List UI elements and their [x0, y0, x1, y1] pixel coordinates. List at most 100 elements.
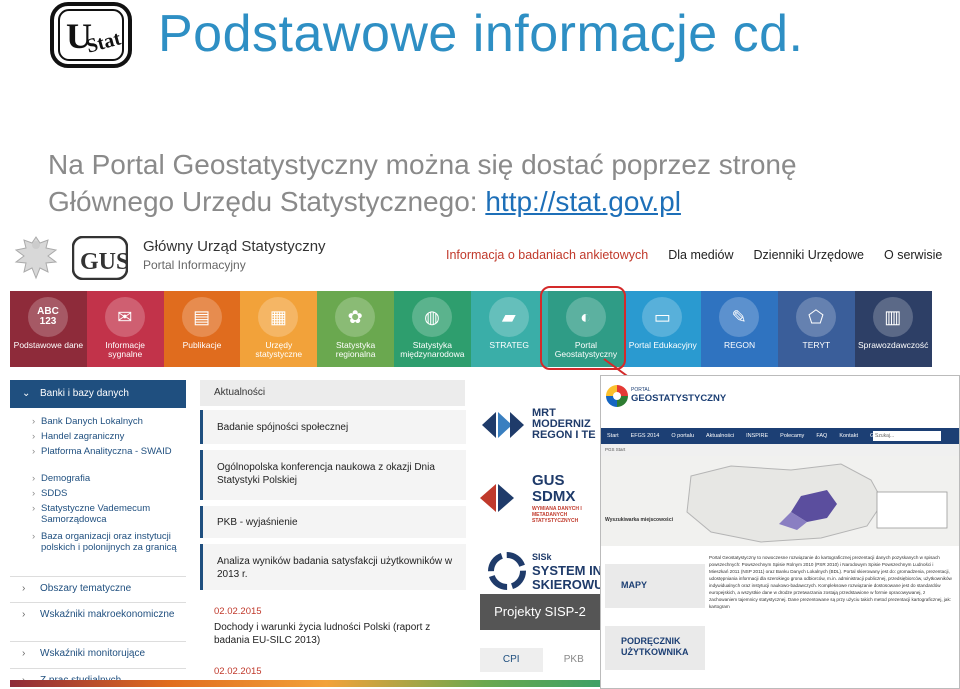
tile-label: Publikacje: [182, 340, 222, 350]
geo-description: Portal Geostatystyczny to nowoczesne roz…: [709, 555, 952, 609]
news-item[interactable]: Badanie spójności społecznej: [200, 410, 466, 444]
chart-icon: ▥: [884, 306, 902, 327]
gus-link[interactable]: http://stat.gov.pl: [485, 186, 681, 217]
sidebar-section-monitorujace[interactable]: › Wskaźniki monitorujące: [10, 641, 186, 668]
projekty-sisp-button[interactable]: Projekty SISP-2: [480, 594, 600, 630]
tile-label: Sprawozdawczość: [857, 340, 929, 350]
chevron-right-icon: ›: [22, 583, 26, 594]
sidebar-section-wskazniki[interactable]: › Wskaźniki makroekonomiczne: [10, 602, 186, 641]
tile-label: Statystyka międzynarodowa: [400, 340, 465, 359]
banner-column: MRT MODERNIZ REGON I TE GUS SDMX WYMIANA…: [480, 380, 610, 687]
tile-bar: ABC 123 Podstawowe dane ✉ Informacje sygnal…: [10, 291, 932, 367]
sidebar-item-sdds[interactable]: SDDS: [32, 488, 183, 499]
strateg-icon: ▰: [501, 306, 516, 327]
geo-nav-inspire[interactable]: INSPIRE: [746, 428, 768, 444]
news-date: 02.02.2015: [214, 666, 262, 677]
sdmx-banner-gus[interactable]: GUS: [532, 472, 565, 489]
site-name: Główny Urząd Statystyczny: [143, 238, 326, 255]
intro-text: Na Portal Geostatystyczny można się dost…: [48, 149, 797, 217]
sisk-banner-3[interactable]: SKIEROWU: [532, 577, 604, 592]
sidebar-section-obszary[interactable]: › Obszary tematyczne: [10, 576, 186, 603]
tile-teryt[interactable]: ⬠ TERYT: [777, 291, 855, 367]
geo-nav-faq[interactable]: FAQ: [816, 428, 827, 444]
sidebar-item-baza[interactable]: Baza organizacji oraz instytucji polskic…: [32, 531, 183, 553]
tab-pkb[interactable]: PKB: [543, 648, 606, 672]
sisk-banner-1[interactable]: SISk: [532, 552, 552, 562]
sidebar-item-swaid[interactable]: Platforma Analityczna - SWAID: [32, 446, 183, 457]
screen-icon: ▭: [653, 306, 671, 327]
sisk-logo-icon: [488, 552, 526, 590]
news-item[interactable]: Ogólnopolska konferencja naukowa z okazj…: [200, 450, 466, 500]
geo-nav-oportalu[interactable]: O portalu: [671, 428, 694, 444]
nav-link-badania[interactable]: Informacja o badaniach ankietowych: [446, 248, 648, 262]
mrt-banner-text[interactable]: MRT MODERNIZ REGON I TE: [532, 408, 602, 441]
tile-sprawozdawczość[interactable]: ▥ Sprawozdawczość: [854, 291, 932, 367]
tile-publikacje[interactable]: ▤ Publikacje: [163, 291, 241, 367]
mrt-logo-icon: [482, 412, 524, 438]
geoportal-logo-title: GEOSTATYSTYCZNY: [631, 393, 727, 404]
geo-nav-start[interactable]: Start: [607, 428, 619, 444]
cpi-pkb-tabs: CPI PKB: [480, 648, 605, 672]
tile-label: Portal Edukacyjny: [628, 340, 697, 350]
slide-title: Podstawowe informacje cd.: [158, 5, 804, 63]
tile-label: Informacje sygnalne: [105, 340, 146, 359]
geo-map-search-label: Wyszukiwarka miejscowości: [605, 517, 673, 523]
eagle-emblem-icon: [14, 236, 58, 280]
globe-icon: ◍: [424, 306, 440, 327]
nav-link-media[interactable]: Dla mediów: [668, 248, 733, 262]
tile-strateg[interactable]: ▰ STRATEG: [470, 291, 548, 367]
tile-regon[interactable]: ✎ REGON: [701, 291, 778, 367]
chevron-right-icon: ›: [22, 648, 26, 659]
poland-map-icon: ⬠: [808, 306, 824, 327]
geo-nav-aktualnosci[interactable]: Aktualności: [706, 428, 734, 444]
sdmx-banner-sub: WYMIANA DANYCH I METADANYCH STATYSTYCZNY…: [532, 506, 582, 524]
sdmx-banner-sdmx[interactable]: SDMX: [532, 488, 575, 505]
tile-urzędy-statystyczne[interactable]: ▦ Urzędy statystyczne: [240, 291, 318, 367]
geo-breadcrumb: PGS Start: [601, 444, 959, 456]
sidebar: ⌄ Banki i bazy danych Bank Danych Lokaln…: [10, 380, 186, 687]
ustat-logo: U Stat: [50, 2, 132, 68]
top-nav: Informacja o badaniach ankietowych Dla m…: [446, 248, 942, 262]
tab-cpi[interactable]: CPI: [480, 648, 543, 672]
tile-statystyka-międzynarodowa[interactable]: ◍ Statystyka międzynarodowa: [393, 291, 471, 367]
sidebar-item-vademecum[interactable]: Statystyczne Vademecum Samorządowca: [32, 503, 183, 525]
sisk-banner-2[interactable]: SYSTEM INF: [532, 563, 610, 578]
site-subtitle: Portal Informacyjny: [143, 258, 246, 272]
tile-statystyka-regionalna[interactable]: ✿ Statystyka regionalna: [317, 291, 394, 367]
tile-label: Podstawowe dane: [13, 340, 84, 350]
chat-icon: ✉: [117, 306, 133, 327]
chevron-down-icon: ⌄: [22, 388, 31, 399]
tile-label: STRATEG: [489, 340, 529, 350]
geo-mapy-button[interactable]: MAPY: [605, 564, 705, 608]
tile-podstawowe-dane[interactable]: ABC 123 Podstawowe dane: [10, 291, 87, 367]
geoportal-screenshot: PORTAL GEOSTATYSTYCZNY Start EFGS 2014 O…: [600, 375, 960, 689]
svg-text:GUS: GUS: [80, 249, 128, 275]
news-date: 02.02.2015: [214, 606, 262, 617]
news-column: Aktualności Badanie spójności społecznej…: [200, 380, 466, 687]
geo-nav-kontakt[interactable]: Kontakt: [839, 428, 858, 444]
news-item[interactable]: PKB - wyjaśnienie: [200, 506, 466, 538]
tile-label: Urzędy statystyczne: [255, 340, 303, 359]
tile-label: REGON: [723, 340, 756, 350]
building-icon: ▦: [269, 306, 287, 327]
sidebar-item-demografia[interactable]: Demografia: [32, 473, 183, 484]
news-item[interactable]: Analiza wyników badania satysfakcji użyt…: [200, 544, 466, 590]
geo-podrecznik-button[interactable]: PODRĘCZNIK UŻYTKOWNIKA: [605, 626, 705, 670]
nav-link-dzienniki[interactable]: Dzienniki Urzędowe: [754, 248, 864, 262]
geo-map[interactable]: [601, 456, 959, 546]
tile-label: TERYT: [802, 340, 831, 350]
news-header: Aktualności: [200, 380, 465, 406]
nav-link-o-serwisie[interactable]: O serwisie: [884, 248, 942, 262]
geo-nav-efgs[interactable]: EFGS 2014: [631, 428, 660, 444]
book-icon: ▤: [193, 306, 211, 327]
sidebar-item-handel[interactable]: Handel zagraniczny: [32, 431, 183, 442]
news-link[interactable]: Dochody i warunki życia ludności Polski …: [214, 621, 454, 647]
geo-nav-polecamy[interactable]: Polecamy: [780, 428, 804, 444]
tile-label: Statystyka regionalna: [335, 340, 376, 359]
sidebar-header[interactable]: ⌄ Banki i bazy danych: [10, 380, 186, 408]
geo-search-input[interactable]: Szukaj...: [873, 431, 941, 441]
tile-informacje-sygnalne[interactable]: ✉ Informacje sygnalne: [86, 291, 164, 367]
sdmx-logo-icon: [480, 484, 514, 512]
regions-icon: ✿: [347, 306, 363, 327]
sidebar-item-bdl[interactable]: Bank Danych Lokalnych: [32, 416, 183, 427]
